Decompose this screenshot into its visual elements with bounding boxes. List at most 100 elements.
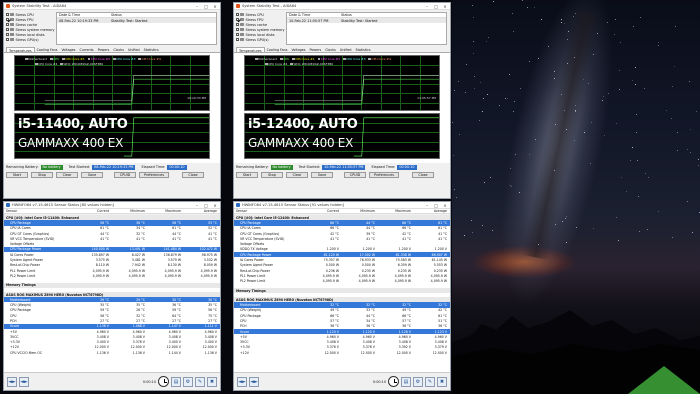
stress-checkbox[interactable] [6,38,9,41]
stress-option[interactable]: Stress GPU(s) [4,37,56,42]
stress-checkbox[interactable] [236,23,239,26]
sensor-group-header[interactable]: CPU [#0]: Intel Core i5-11400: Enhanced [4,215,220,221]
tab-unified[interactable]: Unified [338,47,354,52]
save-button[interactable]: Save [81,172,103,178]
sensor-row[interactable]: CPU (Weight) 49 °C 33 °C 49 °C 42 °C [234,308,450,313]
sensor-row[interactable]: PCH 36 °C 36 °C 36 °C 36 °C [234,324,450,329]
value-column-header[interactable]: Minimum [112,209,148,213]
settings-icon[interactable]: ⚙ [413,376,423,387]
sensor-row[interactable]: IA Cores Power 75.357 W 76.933 W 75.583 W 61… [234,257,450,262]
sensor-row[interactable]: CPU IA Cores 61 °C 34 °C 61 °C 52 °C [4,226,220,231]
sensor-row[interactable]: Rest-of-Chip Power 8.110 W 7.942 W 8.130 W 8… [4,263,220,268]
close-window-button[interactable]: Close [182,172,204,178]
sensor-row[interactable]: +5V 4.960 V 4.960 V 4.960 V 4.960 V [234,334,450,339]
clear-button[interactable]: Clear [286,172,308,178]
tab-statistics[interactable]: Statistics [354,47,373,52]
sensor-row[interactable]: +3.3V 3.376 V 3.376 V 3.392 V 3.379 V [234,345,450,350]
stress-checkbox[interactable] [236,33,239,36]
sensor-group-header[interactable]: CPU [#0]: Intel Core i5-12400: Enhanced [234,215,450,221]
sensor-row[interactable]: +12V 12.000 V 12.000 V 12.000 V 12.000 V [234,350,450,355]
minimize-button[interactable]: – [424,4,430,9]
close-button[interactable]: × [212,4,218,9]
sensor-row[interactable]: CPU Package Power 140.000 W 13.491 W 141.48… [4,246,220,253]
stress-option[interactable]: Stress GPU(s) [234,37,286,42]
hwinfo-close-button[interactable]: × [212,203,218,208]
tab-clocks[interactable]: Clocks [111,47,126,52]
sensor-group-header[interactable]: Memory Timings [4,282,220,288]
navigate-arrows-icon[interactable]: ◄► [237,376,247,387]
cpuid-button[interactable]: CPUID [114,172,136,178]
sensor-row[interactable]: 3VCC 3.408 V 3.408 V 3.408 V 3.408 V [4,334,220,339]
tab-voltages[interactable]: Voltages [59,47,77,52]
reset-icon[interactable]: ✎ [195,376,205,387]
clear-button[interactable]: Clear [56,172,78,178]
clock-icon[interactable] [158,376,169,387]
sensor-row[interactable]: VR VCC Temperature (SVID) 41 °C 41 °C 41 °C… [234,236,450,241]
hwinfo-close-button[interactable]: × [442,203,448,208]
sensor-group-header[interactable]: ASUS ROG MAXIMUS Z690 HERO (Nuvoton NCT6… [234,297,450,303]
sensor-row[interactable]: PL2 Power Limit 4,095.9 W 4,095.9 W 4,095.9… [234,279,450,284]
sensor-row[interactable]: CPU Package 59 °C 26 °C 59 °C 56 °C [4,308,220,313]
sensor-row[interactable]: +3.3V 3.400 V 3.376 V 3.400 V 3.400 V [4,340,220,345]
navigate-arrows-icon[interactable]: ◄► [7,376,17,387]
reset-icon[interactable]: ✎ [425,376,435,387]
tab-unified[interactable]: Unified [126,47,142,52]
sensor-row[interactable]: CPU 57 °C 34 °C 57 °C 51 °C [234,318,450,323]
sensor-row[interactable]: VR VCC Temperature (SVID) 41 °C 41 °C 41 °C… [4,236,220,241]
sensor-row[interactable]: Motherboard 29 °C 29 °C 30 °C 30 °C [4,297,220,303]
value-column-header[interactable]: Current [306,209,342,213]
stress-checkbox[interactable] [6,33,9,36]
tab-temperatures[interactable]: Temperatures [6,47,35,53]
tab-cooling-fans[interactable]: Cooling Fans [35,47,60,52]
close-window-button[interactable]: Close [412,172,434,178]
preferences-button[interactable]: Preferences [369,172,399,178]
tab-powers[interactable]: Powers [96,47,112,52]
sensor-row[interactable]: IA Cores Power 135.897 W 8.427 W 136.879 W 9… [4,252,220,257]
tab-currents[interactable]: Currents [78,47,96,52]
stop-button[interactable]: Stop [261,172,283,178]
sensor-row[interactable]: PL2 Power Limit 4,095.9 W 4,095.9 W 4,095.9… [4,273,220,278]
tab-voltages[interactable]: Voltages [289,47,307,52]
sensor-column-header[interactable]: Sensor [4,209,76,213]
sensor-row[interactable]: CPU (Weight) 35 °C 35 °C 36 °C 35 °C [4,302,220,307]
value-column-header[interactable]: Average [414,209,450,213]
tab-clocks[interactable]: Clocks [323,47,338,52]
sensor-group-header[interactable]: ASUS ROG MAXIMUS Z690 HERO (Nuvoton NCT6… [4,291,220,298]
minimize-button[interactable]: – [194,4,200,9]
tab-cooling-fans[interactable]: Cooling Fans [265,47,290,52]
stress-checkbox[interactable] [6,28,9,31]
navigate-arrows-icon[interactable]: ◄► [19,376,29,387]
cpuid-button[interactable]: CPUID [344,172,366,178]
sensor-column-header[interactable]: Sensor [234,209,306,213]
sensor-row[interactable]: CPU Package Power 81.120 W 17.502 W 81.338 … [234,252,450,258]
sensor-row[interactable]: CPU Package 66 °C 44 °C 66 °C 61 °C [234,313,450,318]
stress-checkbox[interactable] [236,38,239,41]
stress-checkbox[interactable] [236,13,239,16]
stress-checkbox[interactable] [6,13,9,16]
sensor-row[interactable]: CPU Package 66 °C 44 °C 66 °C 61 °C [234,220,450,226]
stress-checkbox[interactable] [6,23,9,26]
sensor-row[interactable]: CPU VCCIO Mem OC 1.136 V 1.136 V 1.144 V 1.1… [4,350,220,355]
navigate-arrows-icon[interactable]: ◄► [249,376,259,387]
sensor-row[interactable]: CPU GT Cores (Graphics) 42 °C 39 °C 42 °C 41… [234,231,450,236]
report-icon[interactable]: ▤ [171,376,181,387]
preferences-button[interactable]: Preferences [139,172,169,178]
sensor-row[interactable]: CPU IA Cores 66 °C 44 °C 66 °C 61 °C [234,226,450,231]
sensor-group-header[interactable]: Memory Timings [234,287,450,294]
maximize-button[interactable]: □ [433,4,439,9]
sensor-row[interactable]: Vcore 1.136 V 1.068 V 1.147 V 1.111 V [4,323,220,329]
start-button[interactable]: Start [6,172,28,178]
sensor-row[interactable]: CPU 56 °C 32 °C 64 °C 75 °C [4,313,220,318]
maximize-button[interactable]: □ [203,4,209,9]
value-column-header[interactable]: Average [184,209,220,213]
sensor-row[interactable]: System Agent Power 0.500 W 0.500 W 6.359 W 5… [234,263,450,268]
sensor-row[interactable]: Rest-of-Chip Power 0.236 W 0.235 W 0.235 W 0… [234,268,450,273]
sensor-row[interactable]: PL1 Power Limit 4,095.9 W 4,095.9 W 4,095.9… [234,273,450,278]
sensor-row[interactable]: CPU Package 56 °C 36 °C 56 °C 53 °C [4,220,220,226]
sensor-row[interactable]: PCH 27 °C 27 °C 27 °C 27 °C [4,318,220,323]
hwinfo-minimize-button[interactable]: – [424,203,430,208]
tab-statistics[interactable]: Statistics [142,47,161,52]
tab-temperatures[interactable]: Temperatures [236,47,265,53]
clock-icon[interactable] [388,376,399,387]
value-column-header[interactable]: Minimum [342,209,378,213]
